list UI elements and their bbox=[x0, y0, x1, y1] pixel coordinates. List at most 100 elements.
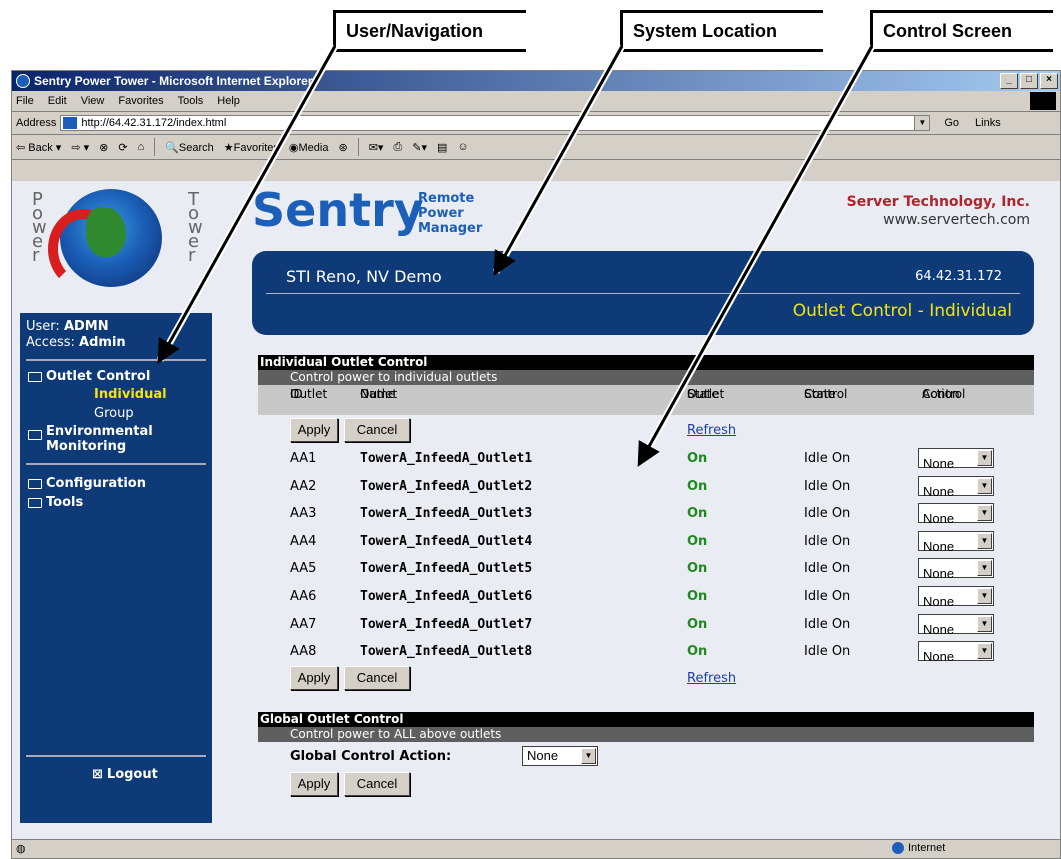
refresh-link[interactable]: Refresh bbox=[687, 671, 736, 686]
menu-help[interactable]: Help bbox=[217, 95, 240, 107]
outlet-id: AA6 bbox=[290, 588, 317, 604]
control-action-select[interactable]: None ▼ bbox=[918, 558, 994, 581]
user-info: User: ADMN Access: Admin bbox=[26, 319, 126, 351]
callout-control-screen: Control Screen bbox=[870, 10, 1053, 52]
nav-outlet-control[interactable]: Outlet Control bbox=[28, 369, 150, 384]
refresh-link[interactable]: Refresh bbox=[687, 423, 736, 438]
mail-icon[interactable]: ✉▾ bbox=[369, 141, 384, 154]
browser-window: Sentry Power Tower - Microsoft Internet … bbox=[11, 70, 1061, 859]
control-action-select[interactable]: None ▼ bbox=[918, 641, 994, 664]
logout-link[interactable]: ⊠ Logout bbox=[92, 767, 158, 782]
dropdown-arrow-icon: ▼ bbox=[977, 505, 992, 522]
control-action-select[interactable]: None ▼ bbox=[918, 530, 994, 554]
windows-logo-icon bbox=[1030, 92, 1056, 110]
control-action-select[interactable]: None ▼ bbox=[918, 475, 994, 499]
apply-button[interactable]: Apply bbox=[290, 665, 338, 690]
outlet-id: AA1 bbox=[290, 451, 317, 466]
messenger-icon[interactable]: ☺ bbox=[457, 141, 468, 153]
callout-system-location-label: System Location bbox=[633, 21, 778, 41]
global-apply-button[interactable]: Apply bbox=[290, 771, 338, 796]
print-icon[interactable]: ⎙ bbox=[393, 141, 402, 154]
cancel-button[interactable]: Cancel bbox=[344, 418, 410, 442]
menu-tools[interactable]: Tools bbox=[178, 95, 204, 107]
back-button[interactable]: ⇦ Back ▾ bbox=[16, 141, 61, 154]
address-dropdown-icon[interactable]: ▼ bbox=[914, 116, 930, 130]
favorites-button[interactable]: ★Favorites bbox=[224, 141, 279, 154]
outlet-row: AA2 TowerA_InfeedA_Outlet2 On Idle On None ▼ bbox=[258, 473, 1034, 501]
outlet-name: TowerA_InfeedA_Outlet4 bbox=[360, 533, 533, 549]
menu-view[interactable]: View bbox=[81, 95, 105, 107]
user-label: User: bbox=[26, 319, 60, 334]
maximize-button[interactable]: □ bbox=[1020, 73, 1038, 89]
title-bar: Sentry Power Tower - Microsoft Internet … bbox=[12, 71, 1060, 91]
callout-system-location: System Location bbox=[620, 10, 823, 52]
outlet-name: TowerA_InfeedA_Outlet7 bbox=[360, 616, 533, 632]
menu-favorites[interactable]: Favorites bbox=[118, 95, 163, 107]
nav-divider bbox=[26, 359, 206, 361]
control-action-select[interactable]: None ▼ bbox=[918, 585, 994, 609]
individual-subheading: Control power to individual outlets bbox=[258, 370, 1034, 385]
callout-user-navigation: User/Navigation bbox=[333, 10, 526, 52]
browser-toolbar: ⇦ Back ▾ ⇨ ▾ ⊗ ⟳ ⌂ 🔍Search ★Favorites ◉M… bbox=[12, 135, 1060, 160]
table-header: Outlet ID Outlet Name Outlet State Control S… bbox=[258, 385, 1034, 415]
sentry-logo: Sentry bbox=[252, 183, 424, 237]
outlet-control-content: Individual Outlet Control Control power … bbox=[258, 355, 1034, 800]
dropdown-arrow-icon: ▼ bbox=[977, 450, 992, 466]
home-icon[interactable]: ⌂ bbox=[138, 141, 145, 153]
nav-tools[interactable]: Tools bbox=[28, 495, 83, 510]
global-action-select[interactable]: None ▼ bbox=[522, 745, 598, 766]
stop-icon[interactable]: ⊗ bbox=[99, 141, 108, 154]
nav-environmental-monitoring[interactable]: Environmental Monitoring bbox=[28, 424, 153, 454]
search-button[interactable]: 🔍Search bbox=[165, 141, 214, 154]
outlet-name: TowerA_InfeedA_Outlet6 bbox=[360, 588, 533, 604]
outlet-row: AA5 TowerA_InfeedA_Outlet5 On Idle On None ▼ bbox=[258, 555, 1034, 583]
outlet-name: TowerA_InfeedA_Outlet2 bbox=[360, 478, 533, 494]
minimize-button[interactable]: _ bbox=[1000, 73, 1018, 89]
refresh-icon[interactable]: ⟳ bbox=[118, 141, 127, 154]
dropdown-arrow-icon: ▼ bbox=[977, 643, 992, 660]
menu-edit[interactable]: Edit bbox=[48, 95, 67, 107]
discuss-icon[interactable]: ▤ bbox=[437, 141, 447, 154]
outlet-name: TowerA_InfeedA_Outlet1 bbox=[360, 451, 533, 466]
company-website: www.servertech.com bbox=[883, 212, 1030, 228]
menu-bar: File Edit View Favorites Tools Help bbox=[12, 91, 1060, 112]
menu-file[interactable]: File bbox=[16, 95, 34, 107]
apply-button[interactable]: Apply bbox=[290, 418, 338, 442]
outlet-state: On bbox=[687, 451, 708, 466]
media-button[interactable]: ◉Media bbox=[289, 141, 329, 154]
outlet-id: AA5 bbox=[290, 561, 317, 577]
dropdown-arrow-icon: ▼ bbox=[977, 477, 992, 494]
screen-title: Outlet Control - Individual bbox=[792, 301, 1012, 321]
outlet-state: On bbox=[687, 478, 708, 494]
edit-icon[interactable]: ✎▾ bbox=[412, 141, 427, 154]
outlet-row: AA8 TowerA_InfeedA_Outlet8 On Idle On None ▼ bbox=[258, 638, 1034, 666]
outlet-row: AA7 TowerA_InfeedA_Outlet7 On Idle On None ▼ bbox=[258, 611, 1034, 639]
global-heading: Global Outlet Control bbox=[258, 711, 1034, 727]
control-action-select[interactable]: None ▼ bbox=[918, 448, 994, 471]
address-bar: Address http://64.42.31.172/index.html ▼… bbox=[12, 112, 1060, 135]
outlet-id: AA3 bbox=[290, 506, 317, 522]
folder-icon bbox=[28, 430, 42, 440]
outlet-rows: AA1 TowerA_InfeedA_Outlet1 On Idle On None ▼ A… bbox=[258, 445, 1034, 666]
nav-individual[interactable]: Individual bbox=[94, 387, 167, 402]
folder-open-icon bbox=[28, 371, 42, 382]
control-action-select[interactable]: None ▼ bbox=[918, 613, 994, 637]
control-action-select[interactable]: None ▼ bbox=[918, 503, 994, 526]
dropdown-arrow-icon: ▼ bbox=[977, 587, 992, 604]
cancel-button[interactable]: Cancel bbox=[344, 665, 410, 690]
user-name: ADMN bbox=[63, 319, 109, 334]
links-button[interactable]: Links bbox=[975, 117, 1001, 129]
outlet-name: TowerA_InfeedA_Outlet8 bbox=[360, 644, 533, 660]
go-button[interactable]: Go bbox=[944, 117, 959, 129]
outlet-state: On bbox=[687, 561, 708, 577]
nav-divider bbox=[26, 755, 206, 757]
web-page: Power Tower User: ADMN Access: Admin Out… bbox=[12, 181, 1060, 841]
history-icon[interactable]: ⊛ bbox=[338, 141, 347, 154]
outlet-row: AA6 TowerA_InfeedA_Outlet6 On Idle On None ▼ bbox=[258, 583, 1034, 611]
address-input[interactable]: http://64.42.31.172/index.html ▼ bbox=[60, 115, 931, 131]
global-cancel-button[interactable]: Cancel bbox=[344, 771, 410, 796]
close-button[interactable]: × bbox=[1040, 73, 1058, 89]
nav-group[interactable]: Group bbox=[94, 406, 134, 421]
nav-configuration[interactable]: Configuration bbox=[28, 476, 146, 491]
forward-button[interactable]: ⇨ ▾ bbox=[71, 141, 89, 154]
